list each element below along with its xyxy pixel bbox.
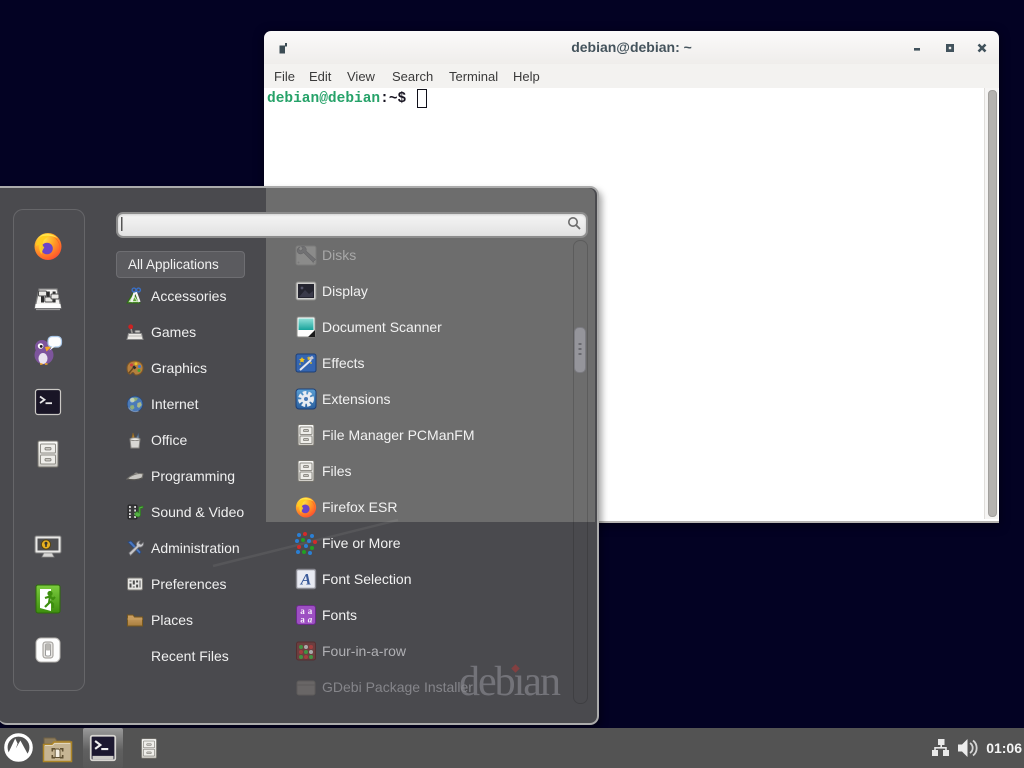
svg-text:a: a (300, 615, 305, 625)
svg-text:A: A (300, 572, 312, 589)
svg-text:a: a (308, 615, 313, 625)
